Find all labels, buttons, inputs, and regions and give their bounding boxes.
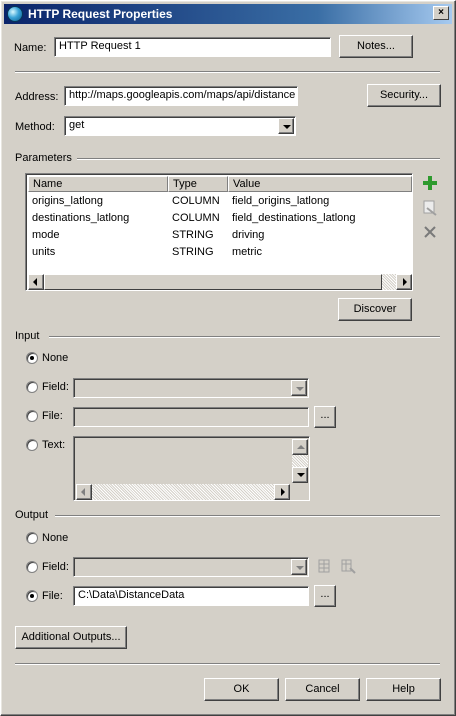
cell-type: STRING bbox=[172, 229, 214, 241]
separator bbox=[77, 158, 440, 160]
name-label: Name: bbox=[14, 42, 47, 54]
input-field-radio[interactable] bbox=[26, 381, 38, 393]
scroll-down-button bbox=[292, 467, 308, 483]
app-icon bbox=[7, 6, 23, 22]
output-field-radio[interactable] bbox=[26, 561, 38, 573]
column-header-type[interactable]: Type bbox=[168, 176, 228, 192]
output-file-radio[interactable] bbox=[26, 590, 38, 602]
add-icon[interactable] bbox=[422, 175, 438, 191]
table-icon bbox=[318, 559, 330, 573]
additional-outputs-button[interactable]: Additional Outputs... bbox=[15, 626, 127, 649]
method-dropdown-arrow[interactable] bbox=[278, 118, 294, 134]
cell-value: field_destinations_latlong bbox=[232, 212, 356, 224]
input-section-label: Input bbox=[15, 330, 40, 342]
input-none-radio[interactable] bbox=[26, 352, 38, 364]
address-input[interactable]: http://maps.googleapis.com/maps/api/dist… bbox=[64, 86, 298, 106]
notes-button[interactable]: Notes... bbox=[339, 35, 413, 58]
input-field-select bbox=[73, 378, 309, 398]
input-field-label[interactable]: Field: bbox=[42, 381, 69, 393]
output-section-label: Output bbox=[15, 509, 49, 521]
help-button[interactable]: Help bbox=[366, 678, 441, 701]
name-input[interactable]: HTTP Request 1 bbox=[54, 37, 331, 57]
discover-button[interactable]: Discover bbox=[338, 298, 412, 321]
security-button[interactable]: Security... bbox=[367, 84, 441, 107]
vertical-scroll-track bbox=[292, 455, 308, 467]
cancel-button[interactable]: Cancel bbox=[285, 678, 360, 701]
horizontal-scroll-thumb[interactable] bbox=[44, 274, 382, 290]
input-file-browse-button: ... bbox=[314, 406, 336, 428]
cell-name: origins_latlong bbox=[32, 195, 103, 207]
address-label: Address: bbox=[15, 91, 59, 103]
window-title: HTTP Request Properties bbox=[28, 7, 173, 21]
dialog-window: HTTP Request Properties × Name: HTTP Req… bbox=[0, 0, 456, 716]
cell-value: field_origins_latlong bbox=[232, 195, 330, 207]
cell-type: COLUMN bbox=[172, 195, 220, 207]
input-text-label[interactable]: Text: bbox=[42, 439, 65, 451]
edit-icon[interactable] bbox=[423, 200, 437, 216]
cell-name: mode bbox=[32, 229, 60, 241]
table-search-icon bbox=[341, 559, 356, 574]
output-none-label[interactable]: None bbox=[42, 532, 68, 544]
input-text-area bbox=[73, 436, 310, 501]
output-file-path[interactable]: C:\Data\DistanceData bbox=[73, 586, 309, 606]
scroll-right-button[interactable] bbox=[396, 274, 412, 290]
title-bar[interactable]: HTTP Request Properties × bbox=[4, 4, 452, 24]
input-none-label[interactable]: None bbox=[42, 352, 68, 364]
parameters-section-label: Parameters bbox=[15, 152, 72, 164]
horizontal-scroll-track[interactable] bbox=[382, 274, 396, 290]
separator bbox=[55, 515, 440, 517]
output-file-label[interactable]: File: bbox=[42, 590, 63, 602]
scroll-left-button[interactable] bbox=[28, 274, 44, 290]
input-file-radio[interactable] bbox=[26, 410, 38, 422]
method-label: Method: bbox=[15, 121, 55, 133]
parameters-table[interactable]: Name Type Value origins_latlong COLUMN f… bbox=[25, 173, 413, 291]
cell-name: units bbox=[32, 246, 56, 258]
delete-icon[interactable] bbox=[423, 225, 437, 239]
cell-name: destinations_latlong bbox=[32, 212, 130, 224]
separator bbox=[15, 71, 440, 73]
output-field-dropdown-arrow bbox=[291, 559, 307, 575]
scroll-up-button bbox=[292, 439, 308, 455]
output-file-browse-button[interactable]: ... bbox=[314, 585, 336, 607]
separator bbox=[15, 663, 440, 665]
close-button[interactable]: × bbox=[433, 6, 449, 20]
input-field-dropdown-arrow bbox=[291, 380, 307, 396]
input-text-radio[interactable] bbox=[26, 439, 38, 451]
scroll-left-button bbox=[76, 484, 92, 500]
input-file-path bbox=[73, 407, 309, 427]
output-field-select bbox=[73, 557, 309, 577]
column-header-value[interactable]: Value bbox=[228, 176, 412, 192]
column-header-name[interactable]: Name bbox=[28, 176, 168, 192]
output-none-radio[interactable] bbox=[26, 532, 38, 544]
horizontal-scroll-track bbox=[92, 484, 274, 500]
cell-type: COLUMN bbox=[172, 212, 220, 224]
input-file-label[interactable]: File: bbox=[42, 410, 63, 422]
cell-value: driving bbox=[232, 229, 265, 241]
method-select[interactable]: get bbox=[64, 116, 296, 136]
cell-value: metric bbox=[232, 246, 262, 258]
output-field-label[interactable]: Field: bbox=[42, 561, 69, 573]
cell-type: STRING bbox=[172, 246, 214, 258]
ok-button[interactable]: OK bbox=[204, 678, 279, 701]
scroll-right-button bbox=[274, 484, 290, 500]
separator bbox=[49, 336, 440, 338]
